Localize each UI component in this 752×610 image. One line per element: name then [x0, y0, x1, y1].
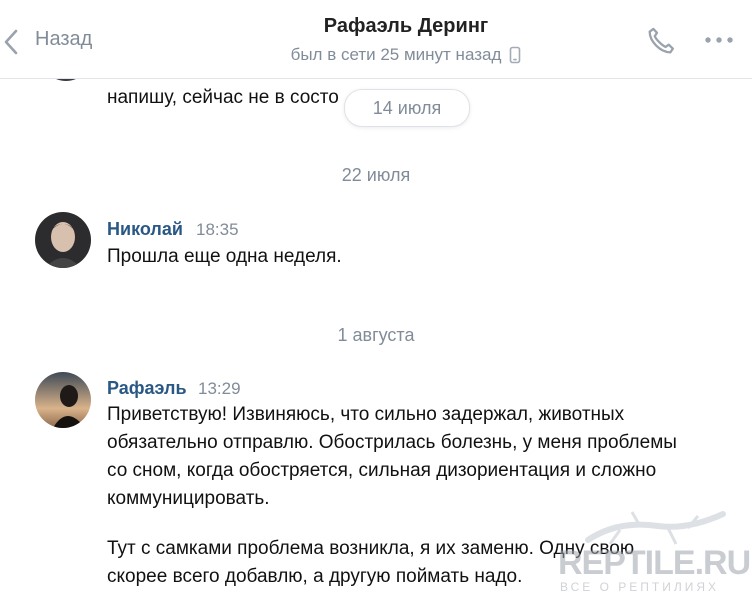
watermark-text: REPTILE.RU	[558, 544, 751, 582]
message-text: Приветствую! Извиняюсь, что сильно задер…	[107, 404, 677, 509]
last-seen-text: был в сети 25 минут назад	[290, 45, 502, 64]
avatar-nikolay[interactable]	[35, 212, 91, 268]
mobile-phone-icon	[510, 46, 521, 64]
avatar	[40, 79, 92, 81]
avatar-photo	[35, 212, 91, 268]
date-separator: 22 июля	[341, 165, 411, 185]
message-author[interactable]: Николай	[107, 219, 183, 240]
previous-message-cut-off	[107, 79, 112, 81]
message-author[interactable]: Рафаэль	[107, 378, 187, 399]
message-text: Прошла еще одна неделя.	[107, 246, 342, 267]
watermark-subtext: ВСЕ О РЕПТИЛИЯХ	[560, 580, 720, 594]
back-button[interactable]: Назад	[0, 18, 120, 62]
site-watermark: REPTILE.RU ВСЕ О РЕПТИЛИЯХ	[548, 500, 751, 610]
message-time[interactable]: 18:35	[196, 220, 239, 240]
chat-header: Назад Рафаэль Деринг был в сети 25 минут…	[0, 0, 752, 79]
previous-message-text: напишу, сейчас не в состо	[107, 87, 339, 108]
more-dots-icon	[705, 37, 733, 43]
date-separator: 1 августа	[337, 325, 415, 345]
presence-status: был в сети 25 минут назад	[200, 45, 612, 65]
contact-name: Рафаэль Деринг	[323, 15, 489, 37]
message-time[interactable]: 13:29	[198, 379, 241, 399]
call-button[interactable]	[644, 24, 678, 58]
avatar-photo	[35, 372, 91, 428]
chevron-left-icon	[4, 29, 18, 55]
more-button[interactable]	[702, 30, 736, 50]
floating-date-badge[interactable]: 14 июля	[344, 89, 470, 127]
back-label: Назад	[35, 28, 93, 50]
phone-icon	[648, 27, 675, 54]
avatar-rafael[interactable]	[35, 372, 91, 428]
conversation-title[interactable]: Рафаэль Деринг был в сети 25 минут назад	[200, 15, 612, 65]
